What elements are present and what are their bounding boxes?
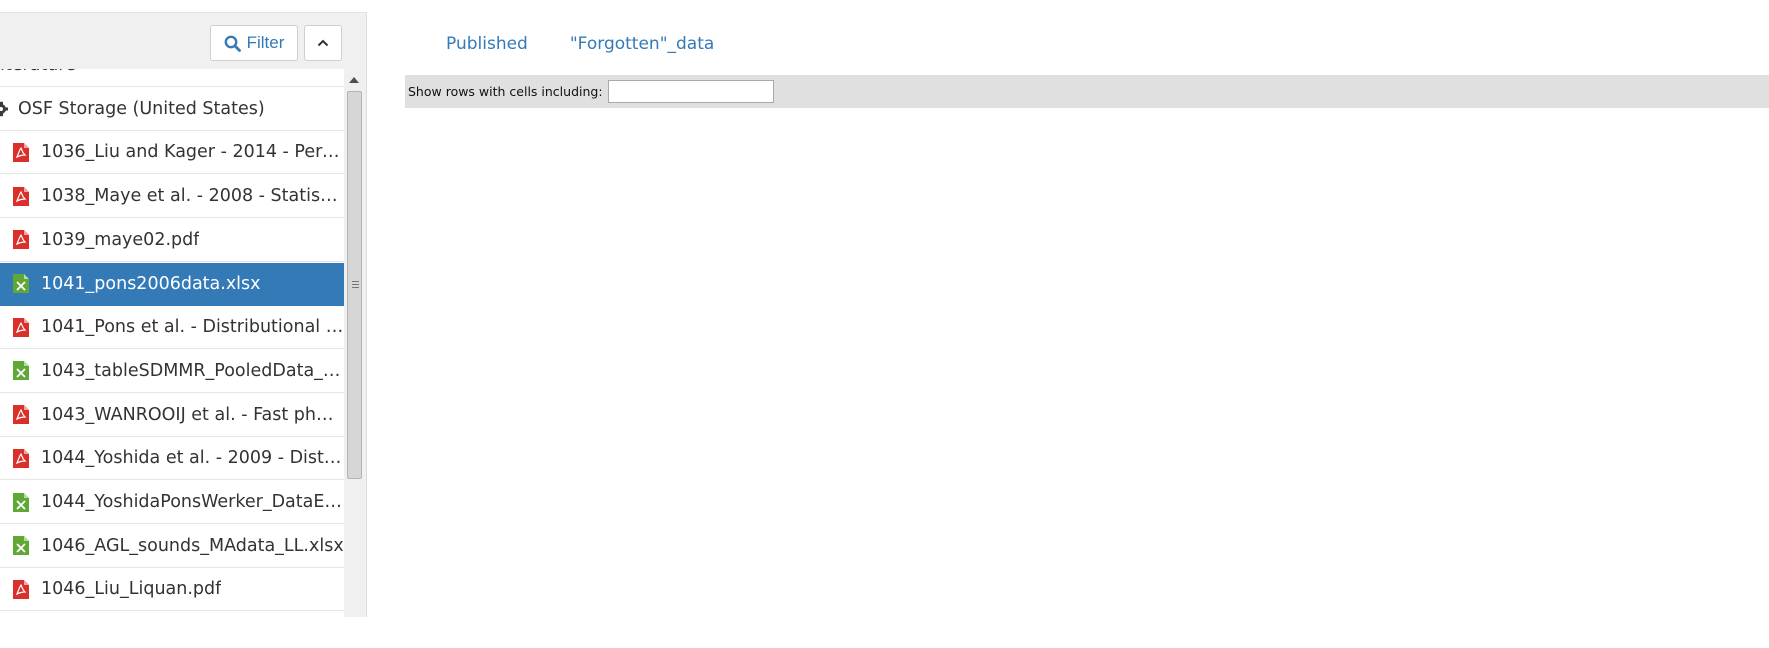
- file-browser-toolbar: Filter: [0, 13, 366, 69]
- file-row[interactable]: 1044_YoshidaPonsWerker_DataExp...: [0, 481, 344, 524]
- pdf-icon: [13, 579, 29, 599]
- pdf-icon: [13, 142, 29, 162]
- tab-forgotten-data[interactable]: "Forgotten"_data: [570, 34, 714, 54]
- file-row[interactable]: 1043_WANROOIJ et al. - Fast phone...: [0, 394, 344, 437]
- file-row[interactable]: 1039_maye02.pdf: [0, 219, 344, 262]
- scrollbar-thumb[interactable]: [347, 91, 362, 479]
- scroll-up-arrow-icon[interactable]: [349, 77, 359, 83]
- file-row-label: OSF Storage (United States): [18, 98, 265, 119]
- row-filter-label: Show rows with cells including:: [408, 84, 603, 99]
- file-row[interactable]: 1043_tableSDMMR_PooledData_Ka...: [0, 350, 344, 393]
- file-row[interactable]: 1036_Liu and Kager - 2014 - Percep...: [0, 131, 344, 175]
- file-tree: iterature OSF Storage (United States) 1036…: [0, 69, 344, 617]
- row-filter-bar: Show rows with cells including:: [405, 75, 1769, 108]
- file-tree-scrollbar[interactable]: [344, 69, 366, 617]
- file-row[interactable]: 1046_AGL_sounds_MAdata_LL.xlsx: [0, 525, 344, 568]
- file-row[interactable]: 1046_Liu_Liquan.pdf: [0, 568, 344, 612]
- sheet-tabs: Published "Forgotten"_data: [446, 34, 714, 54]
- file-row-label: 1041_Pons et al. - Distributional lea...: [41, 317, 344, 338]
- spreadsheet-icon: [13, 536, 29, 556]
- file-row-label: iterature: [0, 69, 76, 75]
- file-row-selected[interactable]: 1041_pons2006data.xlsx: [0, 262, 344, 306]
- file-row[interactable]: iterature: [0, 69, 344, 87]
- chevron-up-icon: [317, 39, 329, 47]
- pdf-icon: [13, 230, 29, 250]
- pdf-icon: [13, 405, 29, 425]
- collapse-panel-button[interactable]: [304, 25, 342, 61]
- file-row-label: 1041_pons2006data.xlsx: [41, 273, 261, 294]
- file-row[interactable]: 1038_Maye et al. - 2008 - Statistical ..…: [0, 175, 344, 219]
- pdf-icon: [13, 317, 29, 337]
- file-row[interactable]: 1044_Yoshida et al. - 2009 - Distrib...: [0, 437, 344, 481]
- spreadsheet-icon: [13, 274, 29, 293]
- file-row-label: 1038_Maye et al. - 2008 - Statistical ..…: [41, 186, 344, 207]
- grip-line: [352, 281, 359, 282]
- tab-published[interactable]: Published: [446, 34, 528, 54]
- spreadsheet-icon: [13, 492, 29, 512]
- file-row-label: 1036_Liu and Kager - 2014 - Percep...: [41, 142, 344, 163]
- file-row-label: 1039_maye02.pdf: [41, 229, 200, 250]
- file-row-label: 1046_AGL_sounds_MAdata_LL.xlsx: [41, 535, 344, 556]
- spreadsheet-icon: [13, 361, 29, 381]
- grip-line: [352, 284, 359, 285]
- file-row[interactable]: 1041_Pons et al. - Distributional lea...: [0, 306, 344, 350]
- file-row-label: 1046_Liu_Liquan.pdf: [41, 579, 222, 600]
- file-browser-panel: Filter iterature OSF Storage (United Stat…: [0, 12, 367, 617]
- file-row-label: 1044_YoshidaPonsWerker_DataExp...: [41, 492, 344, 512]
- grip-line: [352, 287, 359, 288]
- row-filter-input[interactable]: [607, 80, 774, 103]
- file-row[interactable]: OSF Storage (United States): [0, 88, 344, 131]
- filter-button-label: Filter: [246, 33, 285, 52]
- filter-button[interactable]: Filter: [210, 25, 298, 61]
- pdf-icon: [13, 448, 29, 468]
- file-row-label: 1043_WANROOIJ et al. - Fast phone...: [41, 404, 344, 425]
- file-row-label: 1043_tableSDMMR_PooledData_Ka...: [41, 360, 344, 381]
- search-icon: [224, 35, 241, 52]
- pdf-icon: [13, 186, 29, 206]
- file-row-label: 1044_Yoshida et al. - 2009 - Distrib...: [41, 448, 344, 469]
- gear-icon: [0, 101, 8, 116]
